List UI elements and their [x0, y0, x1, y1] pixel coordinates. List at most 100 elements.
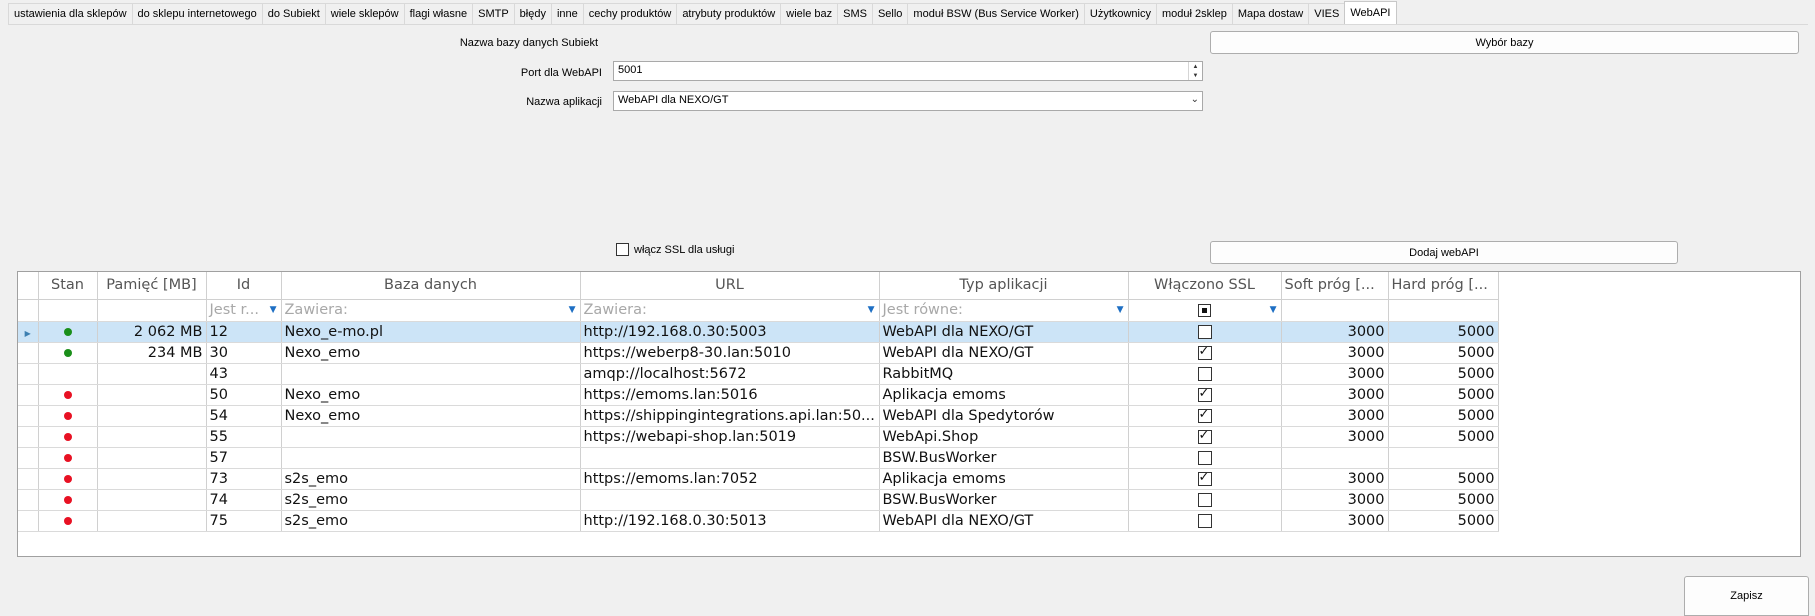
table-row[interactable]: 75 s2s_emo http://192.168.0.30:5013 WebAPI …	[18, 510, 1499, 532]
tab-9[interactable]: atrybuty produktów	[676, 3, 782, 24]
filter-id[interactable]: Jest r... ▼	[206, 299, 282, 322]
row-indicator[interactable]	[18, 447, 39, 469]
ssl-cell-checkbox[interactable]	[1197, 428, 1212, 444]
tab-6[interactable]: błędy	[513, 3, 552, 24]
row-indicator[interactable]	[18, 489, 39, 511]
tab-4[interactable]: flagi własne	[403, 3, 474, 24]
tab-11[interactable]: SMS	[837, 3, 873, 24]
filter-icon[interactable]: ▼	[270, 305, 277, 315]
choose-db-button[interactable]: Wybór bazy	[1210, 31, 1799, 54]
filter-icon[interactable]: ▼	[1117, 305, 1124, 315]
col-header-id[interactable]: Id	[206, 272, 282, 300]
col-header-pamiec[interactable]: Pamięć [MB]	[97, 272, 207, 300]
tab-18[interactable]: WebAPI	[1344, 1, 1397, 24]
memory-cell	[97, 447, 207, 469]
table-row[interactable]: 73 s2s_emo https://emoms.lan:7052 Aplikacja…	[18, 468, 1499, 490]
port-input[interactable]: 5001 ▲ ▼	[613, 61, 1203, 81]
col-header-hard[interactable]: Hard próg [...	[1388, 272, 1499, 300]
ssl-cell[interactable]	[1128, 510, 1282, 532]
tab-13[interactable]: moduł BSW (Bus Service Worker)	[907, 3, 1085, 24]
ssl-cell-checkbox[interactable]	[1197, 366, 1212, 381]
row-indicator[interactable]	[18, 405, 39, 427]
tab-2[interactable]: do Subiekt	[261, 3, 326, 24]
row-indicator[interactable]: ▶	[18, 321, 39, 343]
filter-icon[interactable]: ▼	[868, 305, 875, 315]
filter-typ[interactable]: Jest równe: ▼	[879, 299, 1129, 322]
tab-15[interactable]: moduł 2sklep	[1156, 3, 1233, 24]
port-spinner[interactable]: ▲ ▼	[1188, 62, 1202, 80]
tab-16[interactable]: Mapa dostaw	[1231, 3, 1310, 24]
tab-1[interactable]: do sklepu internetowego	[131, 3, 263, 24]
app-name-select[interactable]: WebAPI dla NEXO/GT ⌄	[613, 91, 1203, 111]
row-indicator[interactable]	[18, 342, 39, 364]
ssl-cell-checkbox[interactable]	[1197, 344, 1212, 360]
row-indicator[interactable]	[18, 426, 39, 448]
ssl-cell[interactable]	[1128, 489, 1282, 511]
filter-soft[interactable]	[1281, 299, 1389, 322]
tab-5[interactable]: SMTP	[472, 3, 515, 24]
filter-baza[interactable]: Zawiera: ▼	[281, 299, 581, 322]
row-indicator[interactable]	[18, 363, 39, 385]
tab-14[interactable]: Użytkownicy	[1083, 3, 1157, 24]
table-row[interactable]: 74 s2s_emo BSW.BusWorker 3000 5000	[18, 489, 1499, 511]
filter-pamiec[interactable]	[97, 299, 207, 322]
type-cell: WebAPI dla Spedytorów	[879, 405, 1129, 427]
ssl-cell[interactable]	[1128, 363, 1282, 385]
col-header-stan[interactable]: Stan	[38, 272, 98, 300]
ssl-label[interactable]: włącz SSL dla usługi	[634, 244, 734, 256]
col-header-typ[interactable]: Typ aplikacji	[879, 272, 1129, 300]
ssl-cell[interactable]	[1128, 384, 1282, 406]
ssl-cell[interactable]	[1128, 447, 1282, 469]
ssl-cell[interactable]	[1128, 468, 1282, 490]
save-button[interactable]: Zapisz	[1684, 576, 1809, 616]
tab-0[interactable]: ustawienia dla sklepów	[8, 3, 133, 24]
filter-stan[interactable]	[38, 299, 98, 322]
ssl-checkbox[interactable]	[616, 243, 629, 256]
tab-8[interactable]: cechy produktów	[582, 3, 678, 24]
tab-10[interactable]: wiele baz	[780, 3, 839, 24]
col-header-url[interactable]: URL	[580, 272, 880, 300]
ssl-cell-checkbox[interactable]	[1197, 450, 1212, 465]
ssl-cell-checkbox[interactable]	[1197, 513, 1212, 528]
table-row[interactable]: 234 MB 30 Nexo_emo https://weberp8-30.lan:5…	[18, 342, 1499, 364]
filter-url[interactable]: Zawiera: ▼	[580, 299, 880, 322]
ssl-cell-checkbox[interactable]	[1197, 407, 1212, 423]
tab-7[interactable]: inne	[550, 3, 584, 24]
url-cell: amqp://localhost:5672	[580, 363, 880, 385]
ssl-cell[interactable]	[1128, 426, 1282, 448]
ssl-cell-checkbox[interactable]	[1197, 492, 1212, 507]
ssl-cell[interactable]	[1128, 405, 1282, 427]
filter-ssl-checkbox[interactable]	[1198, 303, 1211, 317]
row-indicator-header	[18, 272, 39, 300]
webapi-grid[interactable]: Stan Pamięć [MB] Id Baza danych URL Typ …	[17, 271, 1801, 557]
tab-12[interactable]: Sello	[871, 3, 909, 24]
tab-17[interactable]: VIES	[1308, 3, 1346, 24]
ssl-cell-checkbox[interactable]	[1197, 324, 1212, 339]
chevron-down-icon[interactable]: ⌄	[1191, 94, 1199, 105]
table-row[interactable]: 57 BSW.BusWorker	[18, 447, 1499, 469]
type-cell: Aplikacja emoms	[879, 384, 1129, 406]
filter-icon[interactable]: ▼	[1270, 305, 1277, 315]
row-indicator[interactable]	[18, 384, 39, 406]
table-row[interactable]: 55 https://webapi-shop.lan:5019 WebApi.Sho…	[18, 426, 1499, 448]
row-indicator[interactable]	[18, 510, 39, 532]
ssl-cell-checkbox[interactable]	[1197, 386, 1212, 402]
row-indicator[interactable]	[18, 468, 39, 490]
col-header-baza[interactable]: Baza danych	[281, 272, 581, 300]
filter-hard[interactable]	[1388, 299, 1499, 322]
ssl-cell[interactable]	[1128, 342, 1282, 364]
spin-down-icon[interactable]: ▼	[1189, 71, 1202, 80]
table-row[interactable]: 50 Nexo_emo https://emoms.lan:5016 Aplikacj…	[18, 384, 1499, 406]
ssl-cell-checkbox[interactable]	[1197, 470, 1212, 486]
spin-up-icon[interactable]: ▲	[1189, 62, 1202, 71]
col-header-soft[interactable]: Soft próg [...	[1281, 272, 1389, 300]
col-header-ssl[interactable]: Włączono SSL	[1128, 272, 1282, 300]
table-row[interactable]: ▶ 2 062 MB 12 Nexo_e-mo.pl http://192.168.0.…	[18, 321, 1499, 343]
filter-ssl[interactable]: ▼	[1128, 299, 1282, 322]
filter-icon[interactable]: ▼	[569, 305, 576, 315]
tab-3[interactable]: wiele sklepów	[324, 3, 405, 24]
table-row[interactable]: 43 amqp://localhost:5672 RabbitMQ 3000 5000	[18, 363, 1499, 385]
add-webapi-button[interactable]: Dodaj webAPI	[1210, 241, 1678, 264]
table-row[interactable]: 54 Nexo_emo https://shippingintegrations.a…	[18, 405, 1499, 427]
ssl-cell[interactable]	[1128, 321, 1282, 343]
